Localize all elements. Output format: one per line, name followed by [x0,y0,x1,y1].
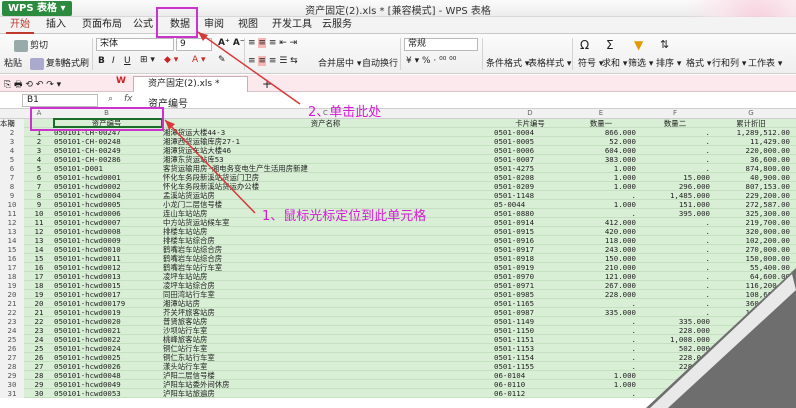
page-curl [646,268,796,408]
annotation-step-1: 1、鼠标光标定位到此单元格 [262,209,427,224]
annotation-step-2: 2、单击此处 [308,105,382,120]
wps-window: WPS 表格 ▾ 资产固定(2).xls * [兼容模式] - WPS 表格 开… [0,0,796,408]
